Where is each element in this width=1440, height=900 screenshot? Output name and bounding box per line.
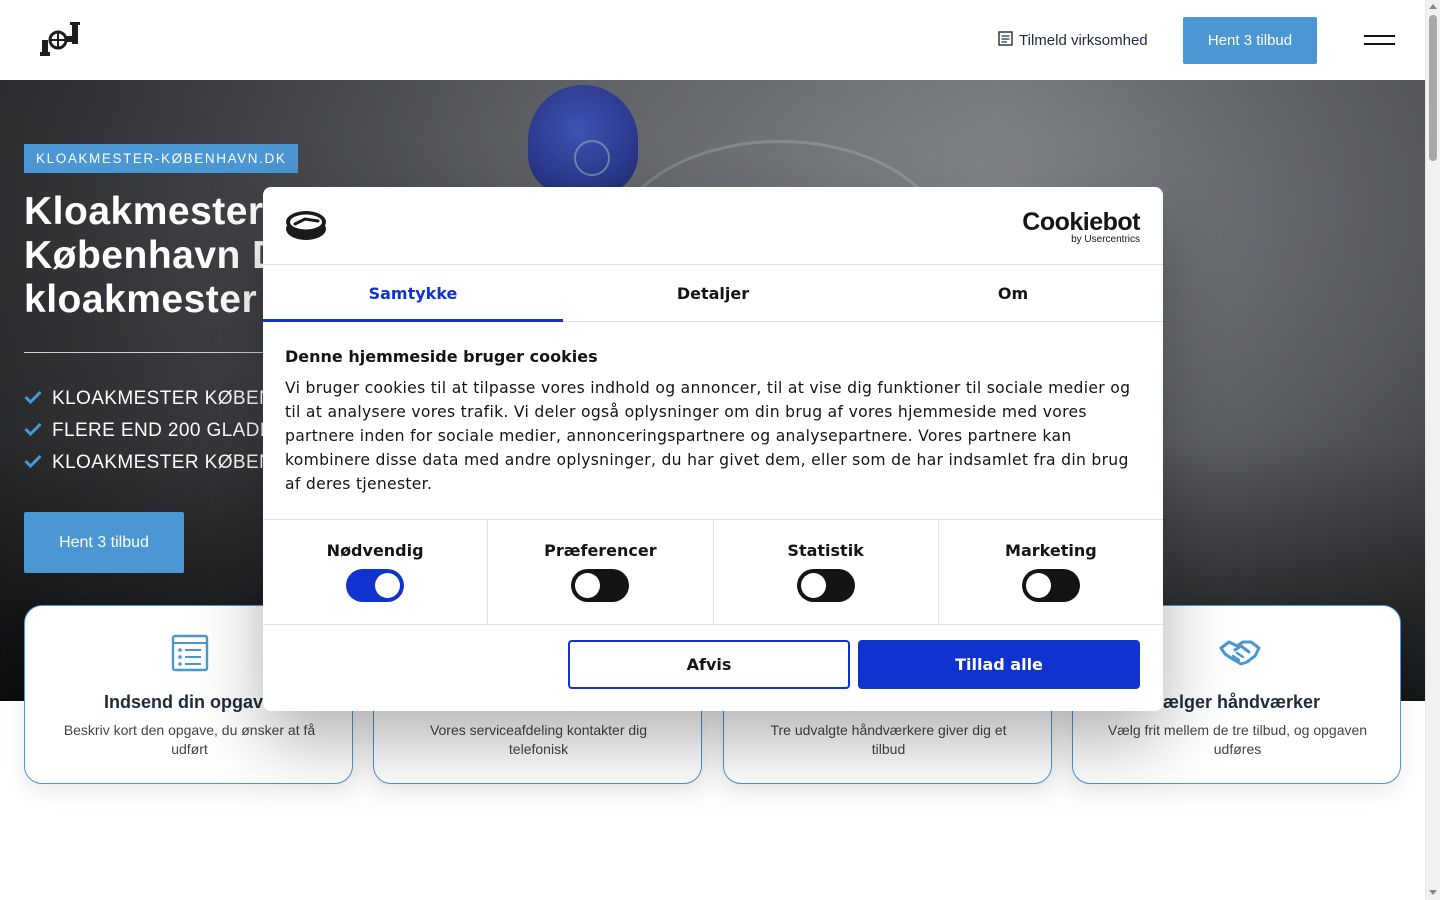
consent-label: Marketing xyxy=(1005,541,1097,560)
cookie-tabs: Samtykke Detaljer Om xyxy=(263,265,1163,322)
consent-categories: Nødvendig Præferencer Statistik Marketin… xyxy=(263,519,1163,625)
step-text: Beskriv kort den opgave, du ønsker at få… xyxy=(63,722,316,757)
cookie-description: Vi bruger cookies til at tilpasse vores … xyxy=(285,379,1131,493)
tab-about[interactable]: Om xyxy=(863,265,1163,321)
allow-all-button[interactable]: Tillad alle xyxy=(858,640,1140,689)
hero-feature-list: KLOAKMESTER KØBENH FLERE END 200 GLADE K… xyxy=(24,383,292,479)
preferences-toggle[interactable] xyxy=(571,569,630,602)
check-icon xyxy=(24,420,42,442)
list-item: KLOAKMESTER KØBENH xyxy=(24,447,292,479)
cookiebot-brand[interactable]: Cookiebot by Usercentrics xyxy=(1022,209,1140,245)
consent-statistics: Statistik xyxy=(714,520,939,624)
signup-label: Tilmeld virksomhed xyxy=(1019,32,1148,49)
consent-label: Præferencer xyxy=(544,541,657,560)
site-logo-icon xyxy=(285,209,327,241)
site-header: Tilmeld virksomhed Hent 3 tilbud xyxy=(0,0,1425,80)
consent-preferences: Præferencer xyxy=(488,520,714,624)
check-icon xyxy=(24,388,42,410)
form-icon xyxy=(998,31,1013,50)
cookiebot-name: Cookiebot xyxy=(1022,208,1140,236)
step-text: Tre udvalgte håndværkere giver dig et ti… xyxy=(770,722,1007,757)
tab-details[interactable]: Detaljer xyxy=(563,265,863,321)
tab-consent[interactable]: Samtykke xyxy=(263,265,563,322)
consent-marketing: Marketing xyxy=(939,520,1163,624)
cookie-consent-dialog: Cookiebot by Usercentrics Samtykke Detal… xyxy=(263,187,1163,711)
step-text: Vores serviceafdeling kontakter dig tele… xyxy=(429,722,648,757)
deny-button[interactable]: Afvis xyxy=(568,640,850,689)
scroll-thumb[interactable] xyxy=(1429,15,1437,161)
cookie-heading: Denne hjemmeside bruger cookies xyxy=(285,347,598,366)
necessary-toggle[interactable] xyxy=(346,569,405,602)
get-offers-button-hero[interactable]: Hent 3 tilbud xyxy=(24,512,184,573)
step-text: Vælg frit mellem de tre tilbud, og opgav… xyxy=(1107,722,1368,757)
list-item-label: FLERE END 200 GLADE K xyxy=(52,420,292,441)
consent-label: Nødvendig xyxy=(326,541,424,560)
consent-label: Statistik xyxy=(787,541,864,560)
signup-business-link[interactable]: Tilmeld virksomhed xyxy=(998,31,1148,50)
list-item-label: KLOAKMESTER KØBENH xyxy=(52,452,288,473)
scroll-down-arrow-icon[interactable] xyxy=(1429,890,1437,895)
list-item: FLERE END 200 GLADE K xyxy=(24,415,292,447)
cookiebot-by: by Usercentrics xyxy=(1071,234,1140,245)
hero-divider xyxy=(24,352,274,353)
hamburger-icon[interactable] xyxy=(1364,32,1396,48)
statistics-toggle[interactable] xyxy=(796,569,855,602)
plumbing-pipe-logo-icon[interactable] xyxy=(40,22,88,70)
marketing-toggle[interactable] xyxy=(1021,569,1080,602)
consent-necessary: Nødvendig xyxy=(263,520,489,624)
list-item: KLOAKMESTER KØBENH xyxy=(24,383,292,415)
cookie-dialog-header: Cookiebot by Usercentrics xyxy=(263,187,1163,265)
site-badge: KLOAKMESTER-KØBENHAVN.DK xyxy=(24,144,299,173)
form-list-icon xyxy=(171,634,209,672)
scroll-up-arrow-icon[interactable] xyxy=(1429,4,1437,9)
list-item-label: KLOAKMESTER KØBENH xyxy=(52,388,288,409)
handshake-icon xyxy=(1219,634,1261,672)
check-icon xyxy=(24,452,42,474)
page-scrollbar[interactable] xyxy=(1425,0,1440,900)
get-offers-button-header[interactable]: Hent 3 tilbud xyxy=(1183,17,1317,64)
